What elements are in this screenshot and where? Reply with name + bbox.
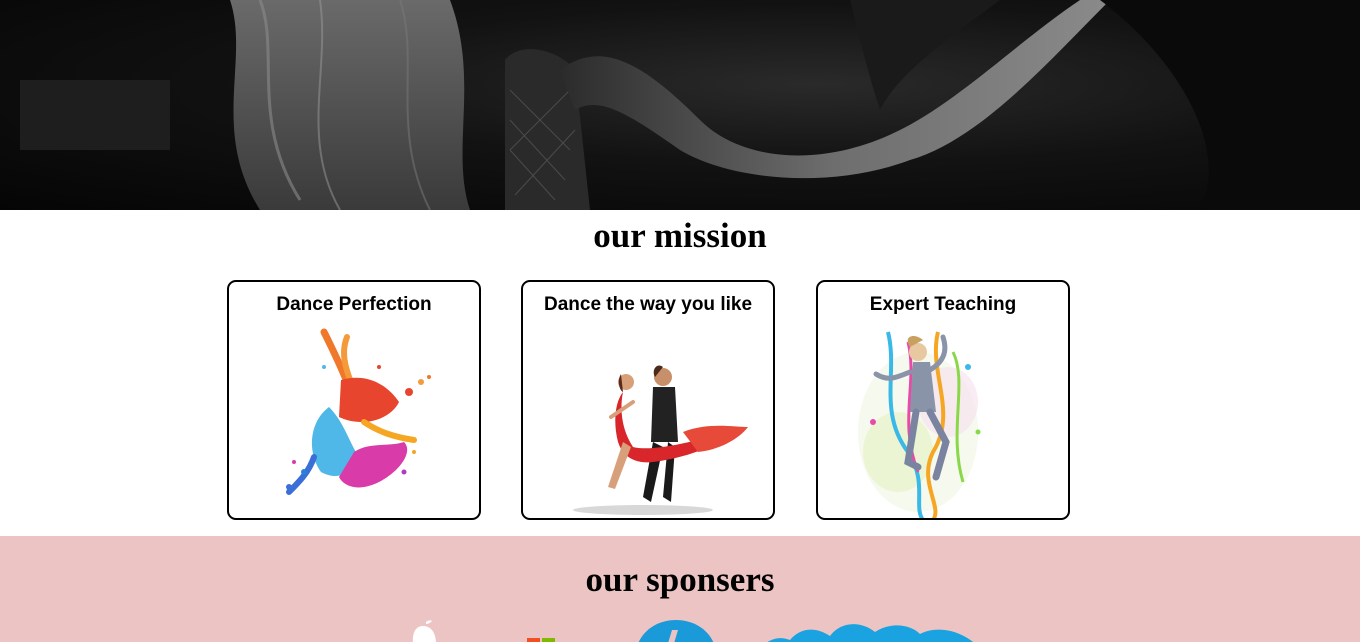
mission-card-dance-perfection: Dance Perfection — [227, 280, 481, 520]
mission-card-dance-the-way: Dance the way you like — [521, 280, 775, 520]
sponsors-heading: our sponsers — [585, 560, 775, 599]
apple-logo-icon — [412, 620, 436, 642]
paint-splash-dancer-image — [286, 328, 431, 495]
ribbon-dancer-image — [858, 331, 981, 518]
microsoft-logo-icon — [527, 638, 555, 642]
mission-card-expert-teaching: Expert Teaching — [816, 280, 1070, 520]
dancers-photo — [20, 0, 1360, 210]
tango-couple-image — [573, 365, 748, 515]
hero-image — [0, 0, 1360, 210]
mission-heading: our mission — [593, 216, 767, 255]
sponsors-section: our sponsers — [0, 536, 1360, 642]
hp-logo-icon — [638, 620, 714, 642]
skype-logo-icon — [767, 624, 974, 642]
